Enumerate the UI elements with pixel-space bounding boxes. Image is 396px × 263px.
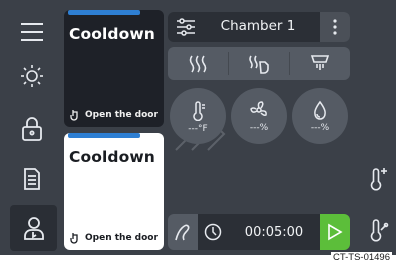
hand-pull-icon bbox=[70, 110, 78, 121]
more-options-button[interactable] bbox=[320, 12, 350, 42]
document-button[interactable] bbox=[12, 159, 52, 199]
start-button[interactable] bbox=[320, 214, 350, 250]
user-icon bbox=[23, 217, 44, 240]
device-screen: Cooldown Open the door Cooldown Open the… bbox=[0, 0, 396, 255]
document-icon bbox=[24, 168, 40, 190]
hand-pull-icon bbox=[70, 233, 78, 244]
temperature-reading[interactable]: ---°F bbox=[170, 88, 226, 144]
lock-button[interactable] bbox=[12, 109, 52, 149]
chamber-header: Chamber 1 bbox=[168, 12, 350, 42]
timer-bar: 00:05:00 bbox=[168, 214, 350, 250]
readings-area: ---°F ---% ---% bbox=[168, 84, 350, 211]
card-accent-stripe bbox=[68, 133, 140, 138]
drip-mode-button[interactable] bbox=[290, 47, 350, 80]
door-hint: Open the door bbox=[70, 108, 158, 121]
card-title: Cooldown bbox=[69, 148, 155, 166]
menu-button[interactable] bbox=[12, 12, 52, 52]
thermometer-icon bbox=[193, 100, 205, 121]
timer-value[interactable]: 00:05:00 bbox=[228, 214, 320, 250]
fan-icon bbox=[250, 100, 267, 116]
probe-button[interactable] bbox=[168, 214, 198, 250]
more-vertical-icon bbox=[333, 19, 337, 35]
fan-reading[interactable]: ---% bbox=[231, 88, 287, 144]
thermometer-probe-icon bbox=[370, 219, 389, 242]
card-accent-stripe bbox=[68, 10, 140, 15]
door-hint-text: Open the door bbox=[85, 109, 158, 120]
humidity-reading[interactable]: ---% bbox=[292, 88, 348, 144]
heat-waves-icon bbox=[189, 55, 207, 72]
door-hint: Open the door bbox=[70, 231, 158, 244]
brightness-button[interactable] bbox=[12, 56, 52, 96]
timer-mode-button[interactable] bbox=[198, 214, 228, 250]
figure-caption: CT-TS-01496 bbox=[330, 252, 392, 263]
chamber-name[interactable]: Chamber 1 bbox=[198, 18, 318, 34]
steam-mode-button[interactable] bbox=[229, 47, 289, 80]
fan-value: ---% bbox=[249, 122, 269, 133]
menu-icon bbox=[21, 23, 43, 41]
chamber-card-2[interactable]: Cooldown Open the door bbox=[64, 133, 164, 250]
probe-status-button[interactable] bbox=[366, 214, 392, 244]
left-nav-rail bbox=[0, 0, 62, 255]
play-icon bbox=[328, 223, 343, 241]
user-button[interactable] bbox=[10, 205, 57, 251]
humidity-value: ---% bbox=[310, 122, 330, 133]
card-title: Cooldown bbox=[69, 25, 155, 43]
droplet-icon bbox=[314, 100, 326, 120]
probe-icon bbox=[175, 224, 190, 241]
thermometer-plus-icon bbox=[370, 168, 387, 191]
steam-hand-icon bbox=[249, 55, 269, 74]
drip-hand-icon bbox=[310, 54, 330, 70]
brightness-icon bbox=[21, 65, 43, 87]
temperature-value: ---°F bbox=[188, 123, 208, 134]
chamber-card-1[interactable]: Cooldown Open the door bbox=[64, 10, 164, 127]
mode-selector bbox=[168, 47, 350, 80]
clock-icon bbox=[204, 223, 222, 241]
lock-icon bbox=[22, 117, 42, 141]
add-probe-button[interactable] bbox=[366, 163, 392, 193]
settings-sliders-icon[interactable] bbox=[176, 18, 196, 36]
door-hint-text: Open the door bbox=[85, 232, 158, 243]
right-rail bbox=[356, 0, 396, 255]
heat-mode-button[interactable] bbox=[168, 47, 228, 80]
